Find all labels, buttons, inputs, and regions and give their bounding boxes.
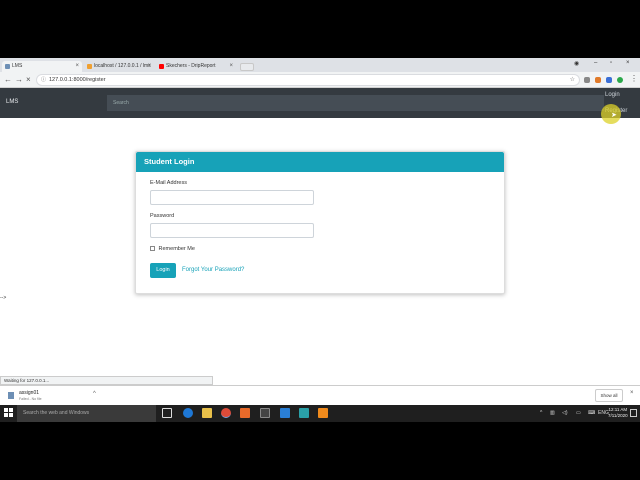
- app-navbar: LMS Search Login Register: [0, 88, 640, 118]
- close-icon[interactable]: ×: [147, 61, 151, 72]
- password-label: Password: [150, 213, 175, 219]
- volume-icon[interactable]: ◁): [562, 410, 568, 416]
- login-link[interactable]: Login: [605, 92, 620, 98]
- back-icon[interactable]: ←: [4, 75, 12, 85]
- remember-me-checkbox[interactable]: [150, 246, 155, 252]
- extension-icon[interactable]: [617, 77, 623, 83]
- browser-tab-strip: LMS × localhost / 127.0.0.1 / lms × Skec…: [0, 58, 640, 72]
- vlc-icon[interactable]: [318, 408, 328, 418]
- tab-title: LMS: [12, 63, 23, 69]
- browser-tab-localhost[interactable]: localhost / 127.0.0.1 / lms ×: [84, 61, 154, 72]
- windows-taskbar: Search the web and Windows ^ ▥ ◁) ▭ ⌨ EN…: [0, 405, 640, 422]
- tab-title: Skechers - DripReport: [166, 63, 216, 69]
- window-close-icon[interactable]: ×: [626, 60, 630, 66]
- minimize-icon[interactable]: –: [594, 60, 597, 66]
- download-filename[interactable]: assign01: [19, 390, 39, 396]
- address-url: 127.0.0.1:8000/register: [49, 77, 106, 83]
- forward-icon[interactable]: →: [15, 75, 23, 85]
- maximize-icon[interactable]: ▫: [610, 60, 612, 66]
- extension-icon[interactable]: [595, 77, 601, 83]
- terminal-icon[interactable]: [260, 408, 270, 418]
- brand-logo[interactable]: LMS: [6, 99, 18, 105]
- app-icon[interactable]: [299, 408, 309, 418]
- chevron-up-icon[interactable]: ^: [93, 391, 96, 397]
- tab-title: localhost / 127.0.0.1 / lms: [94, 63, 151, 69]
- mouse-cursor-icon: ➤: [611, 112, 617, 119]
- clock[interactable]: 12:11 AM 7/11/2020: [608, 407, 628, 419]
- forgot-password-link[interactable]: Forgot Your Password?: [182, 267, 244, 273]
- network-icon[interactable]: ▥: [550, 410, 555, 416]
- windows-start-icon[interactable]: [4, 408, 14, 418]
- info-icon[interactable]: ⓘ: [41, 75, 46, 85]
- close-icon[interactable]: ×: [75, 61, 79, 72]
- file-explorer-icon[interactable]: [202, 408, 212, 418]
- new-tab-button[interactable]: [240, 63, 254, 71]
- extension-icon[interactable]: [606, 77, 612, 83]
- browser-tab-lms[interactable]: LMS ×: [2, 61, 82, 72]
- download-shelf: assign01 Failed - No file ^ Show all ×: [0, 385, 640, 405]
- profile-icon[interactable]: ◉: [574, 60, 579, 67]
- lms-favicon-icon: [5, 64, 10, 69]
- bookmark-star-icon[interactable]: ☆: [570, 75, 575, 85]
- login-card: Student Login E-Mail Address Password Re…: [135, 151, 505, 294]
- stray-text: -->: [0, 295, 7, 301]
- remember-me-label[interactable]: Remember Me: [159, 246, 195, 252]
- address-bar[interactable]: ⓘ 127.0.0.1:8000/register ☆: [36, 74, 580, 86]
- card-title: Student Login: [136, 152, 504, 172]
- search-input[interactable]: Search: [107, 95, 604, 111]
- close-icon[interactable]: ×: [229, 61, 233, 72]
- password-field[interactable]: [150, 223, 314, 238]
- taskbar-search-input[interactable]: Search the web and Windows: [17, 405, 156, 422]
- vscode-icon[interactable]: [280, 408, 290, 418]
- task-view-icon[interactable]: [162, 408, 172, 418]
- download-status: Failed - No file: [19, 397, 42, 401]
- youtube-favicon-icon: [159, 64, 164, 69]
- browser-toolbar: ← → × ⓘ 127.0.0.1:8000/register ☆ ⋮: [0, 72, 640, 88]
- phpmyadmin-favicon-icon: [87, 64, 92, 69]
- keyboard-icon[interactable]: ⌨: [588, 410, 595, 416]
- chrome-icon[interactable]: [221, 408, 231, 418]
- edge-browser-icon[interactable]: [183, 408, 193, 418]
- extension-icon[interactable]: [584, 77, 590, 83]
- tray-up-arrow-icon[interactable]: ^: [540, 410, 542, 416]
- remember-me-row: Remember Me: [150, 246, 195, 252]
- menu-icon[interactable]: ⋮: [630, 74, 638, 84]
- screen: LMS × localhost / 127.0.0.1 / lms × Skec…: [0, 58, 640, 422]
- notification-icon[interactable]: [630, 409, 637, 417]
- xampp-icon[interactable]: [240, 408, 250, 418]
- battery-icon[interactable]: ▭: [576, 410, 581, 416]
- file-icon: [8, 392, 14, 399]
- email-field[interactable]: [150, 190, 314, 205]
- browser-tab-skechers[interactable]: Skechers - DripReport ×: [156, 61, 236, 72]
- email-label: E-Mail Address: [150, 180, 187, 186]
- close-icon[interactable]: ×: [630, 390, 634, 396]
- status-bar: Waiting for 127.0.0.1...: [0, 376, 213, 385]
- login-button[interactable]: Login: [150, 263, 176, 278]
- clock-date: 7/11/2020: [608, 413, 628, 418]
- show-all-button[interactable]: Show all: [595, 389, 623, 402]
- stop-loading-icon[interactable]: ×: [26, 75, 31, 85]
